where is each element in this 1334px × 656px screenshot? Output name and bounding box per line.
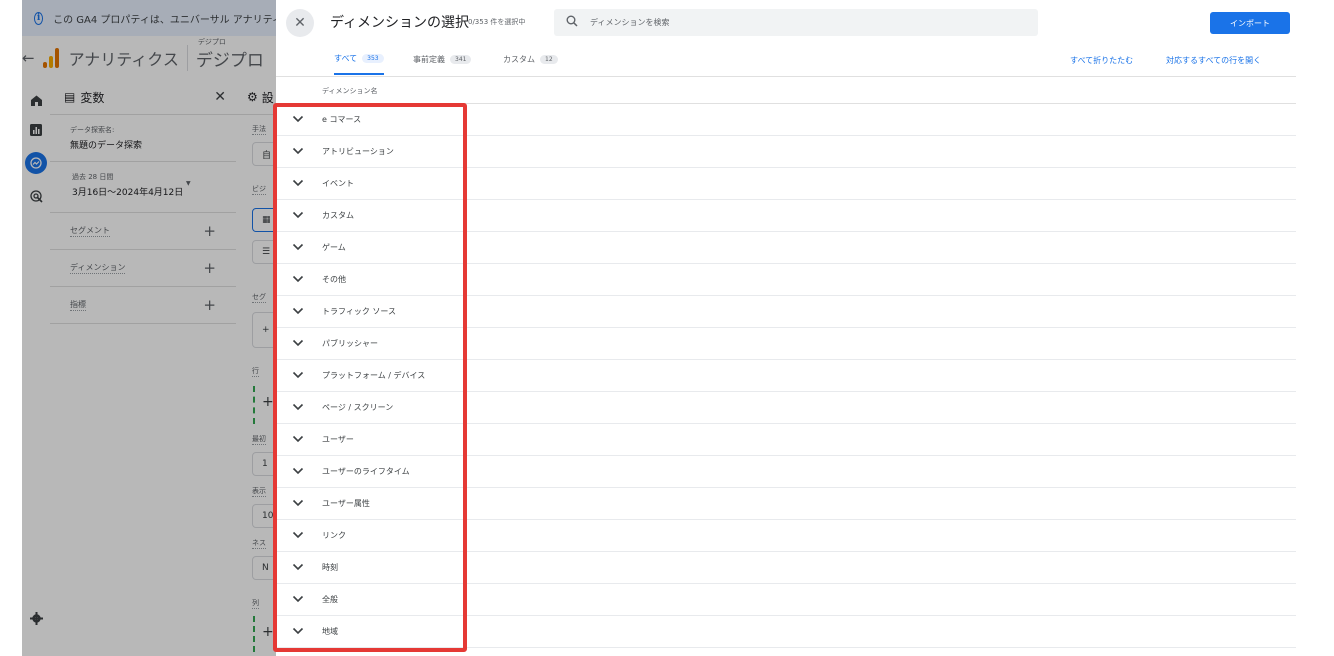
list-item[interactable]: リンク xyxy=(276,520,1296,552)
dimension-category-label: 全般 xyxy=(322,595,338,604)
tab-predefined-count: 341 xyxy=(450,55,472,64)
list-item[interactable]: 地域 xyxy=(276,616,1296,648)
close-icon: ✕ xyxy=(294,15,306,31)
dialog-title: ディメンションの選択 xyxy=(330,15,470,31)
list-item[interactable]: カスタム xyxy=(276,200,1296,232)
tab-predefined[interactable]: 事前定義 341 xyxy=(413,44,472,75)
list-item[interactable]: その他 xyxy=(276,264,1296,296)
dimension-category-label: 時刻 xyxy=(322,563,338,572)
chevron-down-icon[interactable] xyxy=(292,401,304,413)
tab-all[interactable]: すべて 353 xyxy=(334,44,384,75)
chevron-down-icon[interactable] xyxy=(292,337,304,349)
tab-custom-label: カスタム xyxy=(503,55,535,64)
column-header-label: ディメンション名 xyxy=(322,87,378,95)
page-margin xyxy=(0,0,22,656)
modal-scrim[interactable] xyxy=(22,0,276,656)
dimension-category-label: その他 xyxy=(322,275,346,284)
dimension-category-label: ページ / スクリーン xyxy=(322,403,394,412)
list-item[interactable]: ユーザーのライフタイム xyxy=(276,456,1296,488)
search-box[interactable] xyxy=(554,9,1038,36)
import-button[interactable]: インポート xyxy=(1210,12,1290,34)
list-item[interactable]: ページ / スクリーン xyxy=(276,392,1296,424)
chevron-down-icon[interactable] xyxy=(292,465,304,477)
dimension-category-label: パブリッシャー xyxy=(322,339,378,348)
dimension-category-label: ユーザー属性 xyxy=(322,499,370,508)
selection-count: 0/353 件を選択中 xyxy=(468,18,526,26)
chevron-down-icon[interactable] xyxy=(292,497,304,509)
list-item[interactable]: 時刻 xyxy=(276,552,1296,584)
tab-all-count: 353 xyxy=(362,54,384,63)
column-header: ディメンション名 xyxy=(276,77,1296,104)
dimension-picker-dialog: ✕ ディメンションの選択 0/353 件を選択中 インポート すべて 353 事… xyxy=(276,0,1334,656)
chevron-down-icon[interactable] xyxy=(292,209,304,221)
dimension-category-label: アトリビューション xyxy=(322,147,394,156)
dimension-category-label: トラフィック ソース xyxy=(322,307,396,316)
list-item[interactable]: ユーザー xyxy=(276,424,1296,456)
list-item[interactable]: トラフィック ソース xyxy=(276,296,1296,328)
list-item[interactable]: 全般 xyxy=(276,584,1296,616)
tab-predefined-label: 事前定義 xyxy=(413,55,445,64)
chevron-down-icon[interactable] xyxy=(292,113,304,125)
dimension-category-label: イベント xyxy=(322,179,354,188)
tab-custom[interactable]: カスタム 12 xyxy=(503,44,558,75)
chevron-down-icon[interactable] xyxy=(292,241,304,253)
close-dialog-button[interactable]: ✕ xyxy=(286,9,314,37)
chevron-down-icon[interactable] xyxy=(292,305,304,317)
list-item[interactable]: ゲーム xyxy=(276,232,1296,264)
dimension-tabs: すべて 353 事前定義 341 カスタム 12 xyxy=(276,44,1296,77)
list-item[interactable]: ユーザー属性 xyxy=(276,488,1296,520)
dimension-list: e コマースアトリビューション イベントカスタムゲームその他トラフィック ソースパ… xyxy=(276,104,1296,648)
chevron-down-icon[interactable] xyxy=(292,145,304,157)
chevron-down-icon[interactable] xyxy=(292,273,304,285)
dimension-category-label: ユーザー xyxy=(322,435,354,444)
dimension-category-label: カスタム xyxy=(322,211,354,220)
collapse-all-link[interactable]: すべて折りたたむ xyxy=(1070,55,1133,66)
search-icon xyxy=(566,15,578,30)
dimension-category-label: プラットフォーム / デバイス xyxy=(322,371,426,380)
chevron-down-icon[interactable] xyxy=(292,561,304,573)
list-item[interactable]: パブリッシャー xyxy=(276,328,1296,360)
dimension-category-label: ユーザーのライフタイム xyxy=(322,467,410,476)
chevron-down-icon[interactable] xyxy=(292,529,304,541)
dimension-category-label: e コマース xyxy=(322,115,362,124)
dimension-category-label: ゲーム xyxy=(322,243,346,252)
tab-custom-count: 12 xyxy=(540,55,558,64)
dimension-category-label: リンク xyxy=(322,531,346,540)
dimension-search-input[interactable] xyxy=(588,17,1012,28)
chevron-down-icon[interactable] xyxy=(292,625,304,637)
list-item[interactable]: e コマース xyxy=(276,104,1296,136)
chevron-down-icon[interactable] xyxy=(292,593,304,605)
chevron-down-icon[interactable] xyxy=(292,369,304,381)
chevron-down-icon[interactable] xyxy=(292,433,304,445)
dialog-header: ✕ ディメンションの選択 0/353 件を選択中 インポート xyxy=(276,0,1334,44)
list-item[interactable]: アトリビューション xyxy=(276,136,1296,168)
list-item[interactable]: イベント xyxy=(276,168,1296,200)
tab-all-label: すべて xyxy=(334,54,358,63)
list-item[interactable]: プラットフォーム / デバイス xyxy=(276,360,1296,392)
chevron-down-icon[interactable] xyxy=(292,177,304,189)
expand-all-link[interactable]: 対応するすべての行を開く xyxy=(1166,55,1261,66)
import-button-label: インポート xyxy=(1230,18,1270,28)
dimension-category-label: 地域 xyxy=(322,627,338,636)
